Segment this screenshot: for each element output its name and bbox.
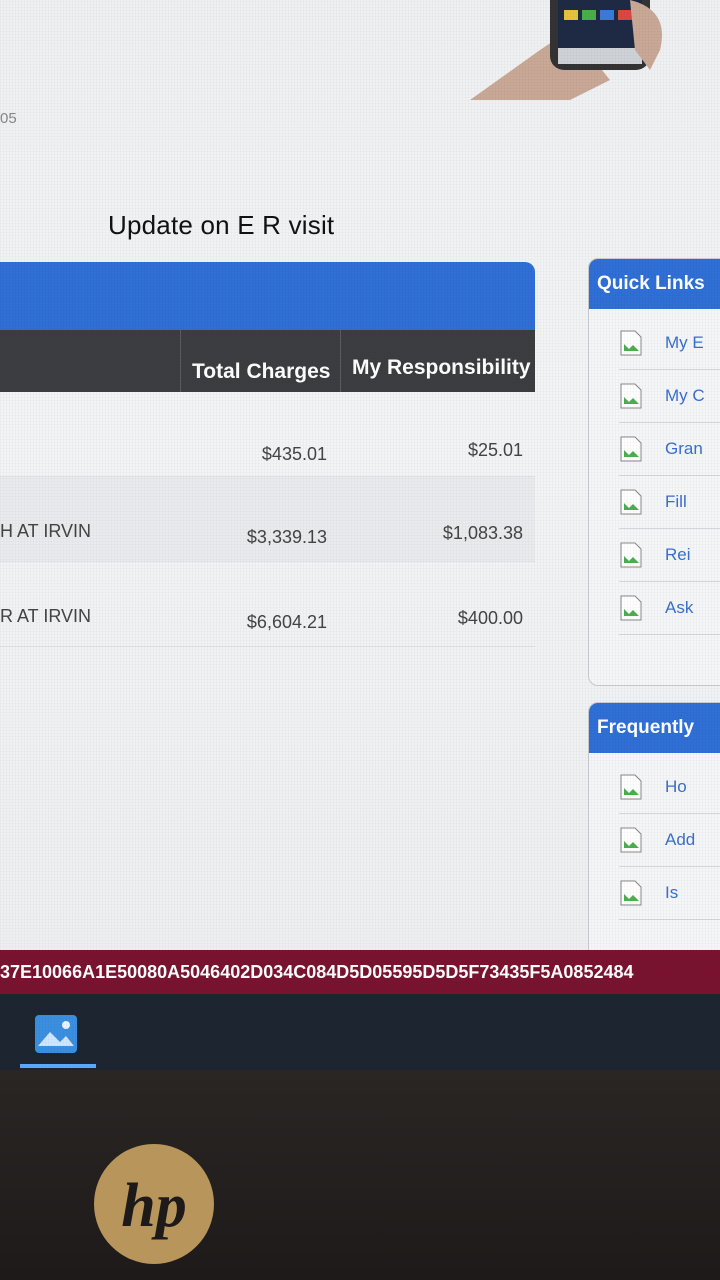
quick-link-label: Fill <box>665 492 687 511</box>
claim-my-responsibility: $1,083.38 <box>442 523 523 543</box>
monitor-screen: 05 Update on E R visit Total Charges My … <box>0 0 720 1070</box>
video-caption: Update on E R visit <box>108 210 335 240</box>
claims-table: Total Charges My Responsibility $435.01 … <box>0 262 535 647</box>
phone-advertisement-image <box>470 0 662 100</box>
photos-icon[interactable] <box>34 1014 78 1054</box>
quick-link-item[interactable]: Ask <box>619 582 720 635</box>
quick-link-item[interactable]: Gran <box>619 423 720 476</box>
encoded-text-strip: 37E10066A1E50080A5046402D034C084D5D05595… <box>0 950 720 994</box>
taskbar <box>0 994 720 1070</box>
laptop-bezel: hp <box>0 1070 720 1280</box>
faq-item[interactable]: Is <box>619 867 720 920</box>
claims-table-header: Total Charges My Responsibility <box>0 330 535 392</box>
faq-title: Frequently <box>589 703 720 753</box>
quick-link-item[interactable]: Fill <box>619 476 720 529</box>
side-number-text: 05 <box>0 110 17 127</box>
claim-my-responsibility: $400.00 <box>457 608 523 628</box>
quick-link-item[interactable]: My C <box>619 370 720 423</box>
claim-description: R AT IRVIN <box>0 606 92 626</box>
active-app-indicator <box>20 1064 96 1068</box>
faq-label: Ho <box>665 777 687 796</box>
document-icon <box>619 436 643 462</box>
claim-row[interactable]: R AT IRVIN $6,604.21 $400.00 <box>0 562 535 647</box>
quick-link-label: Gran <box>665 439 703 458</box>
claim-row[interactable]: $435.01 $25.01 <box>0 392 535 477</box>
document-icon <box>619 330 643 356</box>
claim-total-charges: $435.01 <box>261 444 327 464</box>
claim-my-responsibility: $25.01 <box>467 440 523 460</box>
document-icon <box>619 542 643 568</box>
quick-link-item[interactable]: Rei <box>619 529 720 582</box>
claim-total-charges: $6,604.21 <box>246 612 327 632</box>
faq-item[interactable]: Ho <box>619 761 720 814</box>
header-my-responsibility[interactable]: My Responsibility <box>352 356 531 380</box>
claim-total-charges: $3,339.13 <box>246 527 327 547</box>
claim-description: H AT IRVIN <box>0 521 92 541</box>
quick-links-title: Quick Links <box>589 259 720 309</box>
faq-panel: Frequently Ho Add Is <box>588 702 720 964</box>
document-icon <box>619 774 643 800</box>
document-icon <box>619 827 643 853</box>
quick-link-item[interactable]: My E <box>619 317 720 370</box>
claims-banner <box>0 262 535 330</box>
header-total-charges[interactable]: Total Charges <box>192 360 330 384</box>
faq-item[interactable]: Add <box>619 814 720 867</box>
svg-text:hp: hp <box>121 1172 186 1240</box>
document-icon <box>619 595 643 621</box>
claim-row[interactable]: H AT IRVIN $3,339.13 $1,083.38 <box>0 477 535 562</box>
quick-link-label: Ask <box>665 598 694 617</box>
quick-links-list: My E My C Gran Fill Rei Ask <box>589 309 720 635</box>
faq-label: Add <box>665 830 696 849</box>
quick-link-label: My E <box>665 333 704 352</box>
document-icon <box>619 489 643 515</box>
document-icon <box>619 383 643 409</box>
document-icon <box>619 880 643 906</box>
faq-list: Ho Add Is <box>589 753 720 920</box>
claims-rows: $435.01 $25.01 H AT IRVIN $3,339.13 $1,0… <box>0 392 535 647</box>
column-divider <box>340 330 341 392</box>
quick-link-label: Rei <box>665 545 691 564</box>
column-divider <box>180 330 181 392</box>
quick-links-panel: Quick Links My E My C Gran Fill Rei Ask <box>588 258 720 686</box>
faq-label: Is <box>665 883 679 902</box>
quick-link-label: My C <box>665 386 705 405</box>
hp-logo: hp <box>94 1144 214 1264</box>
